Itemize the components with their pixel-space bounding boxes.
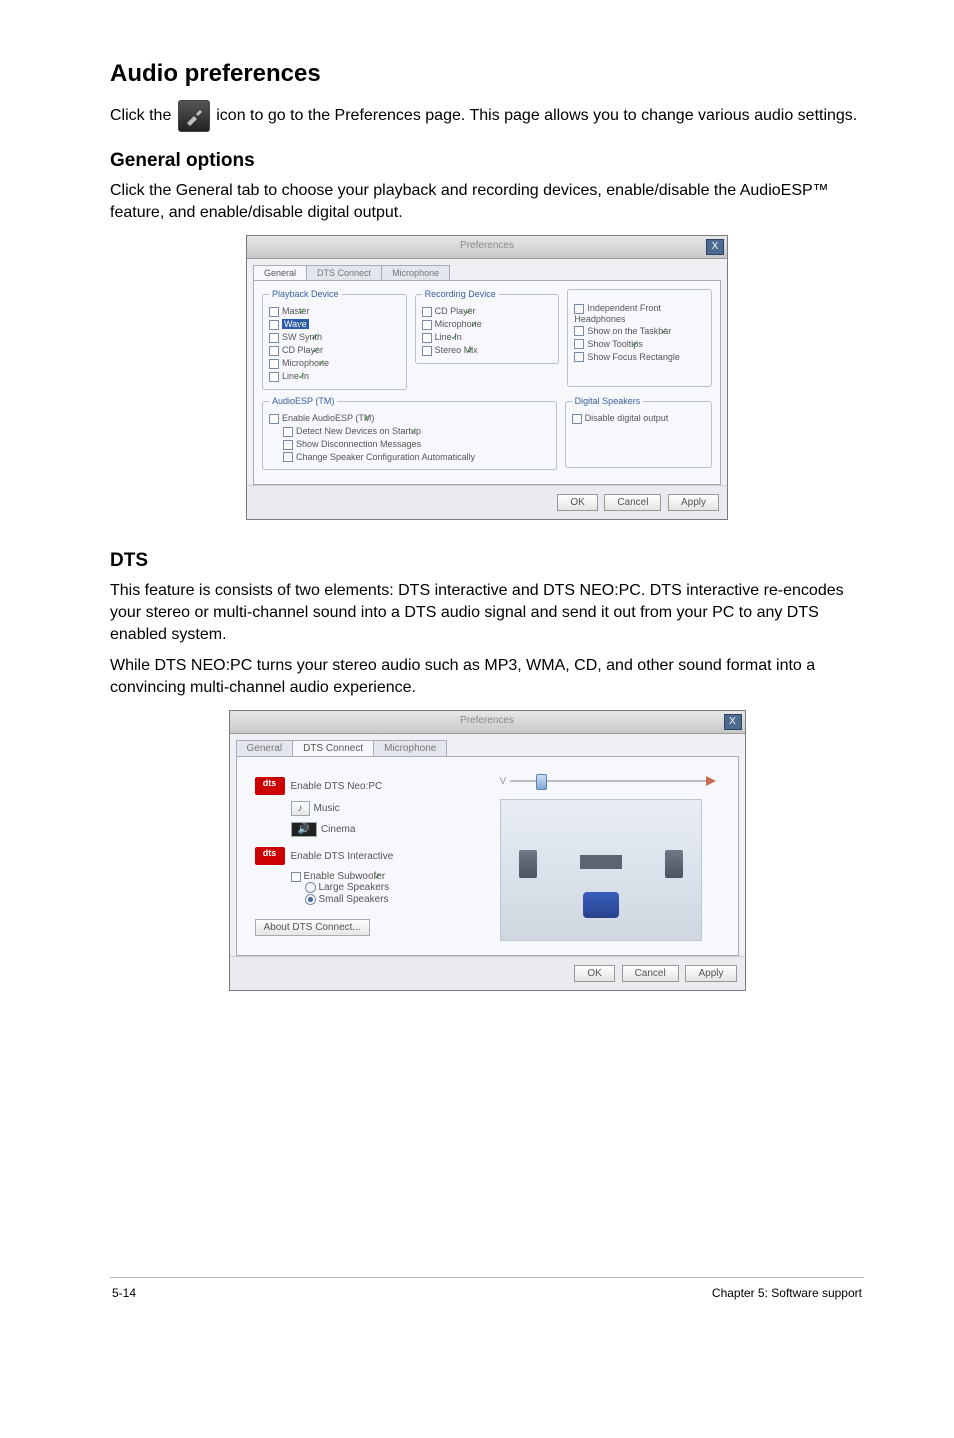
chk-master[interactable]: Master	[269, 305, 400, 318]
chk-enable-subwoofer[interactable]: Enable Subwoofer	[291, 871, 470, 882]
label-enable-neo: Enable DTS Neo:PC	[291, 781, 383, 792]
label-cinema: Cinema	[321, 824, 355, 835]
slider-label: V	[500, 776, 507, 787]
dialog-button-bar: OK Cancel Apply	[247, 485, 727, 519]
chk-sw-synth[interactable]: SW Synth	[269, 331, 400, 344]
paragraph-click-icon: Click the icon to go to the Preferences …	[110, 100, 864, 132]
preferences-dts-dialog: Preferences X General DTS Connect Microp…	[229, 710, 746, 991]
cinema-icon[interactable]: 🔊	[291, 822, 317, 837]
paragraph-general: Click the General tab to choose your pla…	[110, 180, 864, 223]
speaker-center-icon	[580, 855, 622, 869]
legend-audioesp: AudioESP (TM)	[269, 396, 337, 406]
chk-detect-new[interactable]: Detect New Devices on Startup	[283, 425, 550, 438]
ok-button[interactable]: OK	[557, 494, 597, 511]
close-icon[interactable]: X	[706, 239, 724, 255]
dialog-title: Preferences	[460, 240, 514, 251]
tab-dts-connect[interactable]: DTS Connect	[306, 265, 382, 280]
chk-rec-cd[interactable]: CD Player	[422, 305, 553, 318]
ok-button[interactable]: OK	[574, 965, 614, 982]
radio-large-speakers[interactable]: Large Speakers	[305, 882, 470, 893]
legend-playback: Playback Device	[269, 289, 342, 299]
dialog-titlebar: Preferences X	[247, 236, 727, 259]
chk-wave[interactable]: Wave	[269, 318, 400, 331]
chk-rec-stereo[interactable]: Stereo Mix	[422, 344, 553, 357]
chk-cd-player[interactable]: CD Player	[269, 344, 400, 357]
group-playback-device: Playback Device Master Wave SW Synth CD …	[262, 289, 407, 390]
tab-row: General DTS Connect Microphone	[236, 740, 739, 756]
chk-rec-mic[interactable]: Microphone	[422, 318, 553, 331]
heading-audio-preferences: Audio preferences	[110, 60, 864, 88]
group-recording-device: Recording Device CD Player Microphone Li…	[415, 289, 560, 364]
tab-row: General DTS Connect Microphone	[253, 265, 721, 280]
text-click-the: Click the	[110, 107, 176, 124]
close-icon[interactable]: X	[724, 714, 742, 730]
paragraph-dts-2: While DTS NEO:PC turns your stereo audio…	[110, 655, 864, 698]
label-music: Music	[314, 803, 340, 814]
cancel-button[interactable]: Cancel	[622, 965, 679, 982]
chk-enable-audioesp[interactable]: Enable AudioESP (TM)	[269, 412, 550, 425]
legend-recording: Recording Device	[422, 289, 499, 299]
speaker-left-icon	[519, 850, 537, 878]
chk-line-in[interactable]: Line In	[269, 370, 400, 383]
preferences-general-dialog: Preferences X General DTS Connect Microp…	[246, 235, 728, 520]
label-enable-interactive: Enable DTS Interactive	[291, 851, 394, 862]
chk-independent-front[interactable]: Independent Front Headphones	[574, 302, 705, 325]
dts-logo-icon: dts	[255, 777, 285, 795]
tab-general[interactable]: General	[236, 740, 294, 756]
tab-microphone[interactable]: Microphone	[381, 265, 450, 280]
heading-dts: DTS	[110, 550, 864, 572]
music-icon[interactable]: ♪	[291, 801, 310, 816]
chk-change-speaker[interactable]: Change Speaker Configuration Automatical…	[283, 451, 550, 464]
speaker-layout-preview	[500, 799, 702, 941]
dialog-button-bar: OK Cancel Apply	[230, 956, 745, 990]
group-audioesp: AudioESP (TM) Enable AudioESP (TM) Detec…	[262, 396, 557, 470]
paragraph-dts-1: This feature is consists of two elements…	[110, 580, 864, 645]
page-number: 5-14	[112, 1286, 136, 1300]
dialog-title: Preferences	[460, 715, 514, 726]
group-digital-speakers: Digital Speakers Disable digital output	[565, 396, 712, 468]
tab-dts-connect[interactable]: DTS Connect	[292, 740, 374, 756]
chk-show-taskbar[interactable]: Show on the Taskbar	[574, 325, 705, 338]
chk-show-tooltips[interactable]: Show Tooltips	[574, 338, 705, 351]
apply-button[interactable]: Apply	[685, 965, 736, 982]
apply-button[interactable]: Apply	[668, 494, 719, 511]
group-display-options: Independent Front Headphones Show on the…	[567, 289, 712, 387]
tab-microphone[interactable]: Microphone	[373, 740, 447, 756]
dts-logo-icon: dts	[255, 847, 285, 865]
chk-microphone[interactable]: Microphone	[269, 357, 400, 370]
subwoofer-icon	[583, 892, 619, 918]
speaker-right-icon	[665, 850, 683, 878]
volume-slider[interactable]	[510, 771, 710, 791]
chk-show-focus[interactable]: Show Focus Rectangle	[574, 351, 705, 364]
legend-digital: Digital Speakers	[572, 396, 644, 406]
chk-disable-digital[interactable]: Disable digital output	[572, 412, 705, 425]
tab-general[interactable]: General	[253, 265, 307, 280]
about-dts-button[interactable]: About DTS Connect...	[255, 919, 370, 936]
chk-show-disconnect[interactable]: Show Disconnection Messages	[283, 438, 550, 451]
preferences-tool-icon	[178, 100, 210, 132]
heading-general-options: General options	[110, 150, 864, 172]
text-icon-desc: icon to go to the Preferences page. This…	[216, 107, 857, 124]
cancel-button[interactable]: Cancel	[604, 494, 661, 511]
radio-small-speakers[interactable]: Small Speakers	[305, 894, 470, 905]
chk-rec-line[interactable]: Line In	[422, 331, 553, 344]
chapter-label: Chapter 5: Software support	[712, 1286, 862, 1300]
dialog-titlebar: Preferences X	[230, 711, 745, 734]
